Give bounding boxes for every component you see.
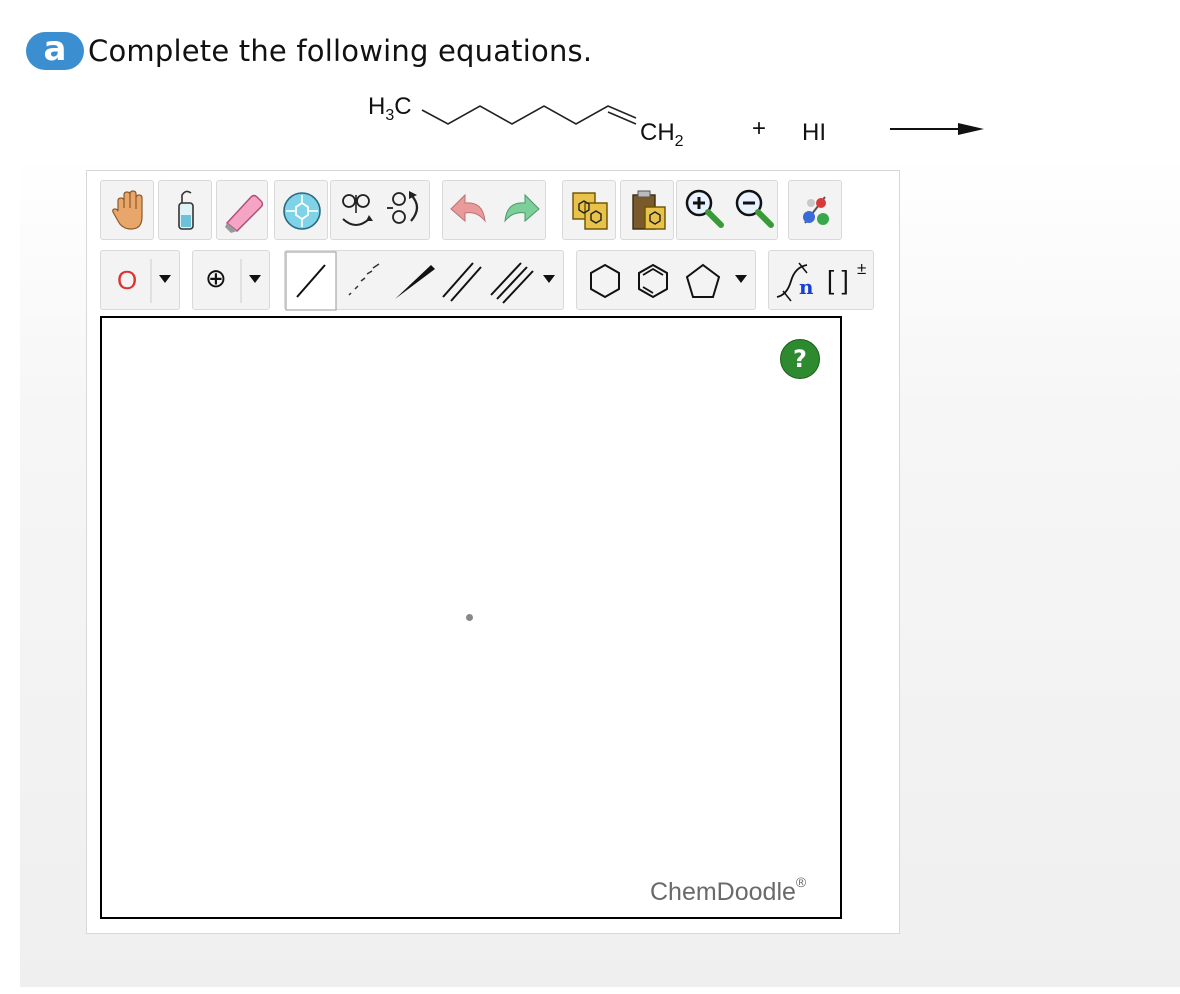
lasso-select-icon [178, 190, 194, 230]
help-button[interactable]: ? [780, 339, 820, 379]
redo-icon[interactable] [495, 181, 547, 241]
paste-button[interactable] [620, 180, 674, 240]
zoom-in-icon[interactable] [677, 181, 729, 241]
history-button-group [442, 180, 546, 240]
center-icon [283, 192, 321, 230]
cyclopentane-icon[interactable] [685, 263, 721, 298]
bracket-icon[interactable]: [ ] [827, 265, 849, 296]
chevron-down-icon[interactable] [543, 275, 555, 283]
undo-icon[interactable] [443, 181, 495, 241]
question-prompt: Complete the following equations. [88, 34, 593, 68]
flip-icon[interactable] [331, 181, 381, 241]
canvas-center-dot [466, 614, 473, 621]
bracket-charge-label: ± [857, 259, 867, 278]
help-icon: ? [793, 345, 807, 373]
registered-mark: ® [795, 874, 807, 890]
reagent-label: HI [802, 119, 826, 146]
hand-pan-icon [112, 190, 143, 230]
zoom-button-group [676, 180, 778, 240]
special-tool-group: n [ ] ± [768, 250, 874, 310]
clean-icon [803, 196, 829, 225]
center-button[interactable] [274, 180, 328, 240]
rotate-icon[interactable] [381, 181, 431, 241]
reaction-equation: H3C CH2 + HI [368, 93, 984, 150]
transform-button-group [330, 180, 430, 240]
bond-tools [285, 251, 555, 311]
reaction-arrowhead [958, 123, 984, 135]
repeat-unit-label: n [799, 275, 814, 299]
copy-icon [572, 192, 608, 230]
ring-tool-group [576, 250, 756, 310]
hashed-bond-icon[interactable] [348, 263, 380, 296]
alkyl-chain [421, 105, 637, 125]
bond-tool-group [284, 250, 564, 311]
reactant-start-label: H3C [368, 93, 412, 124]
charge-plus-icon: ⊕ [205, 264, 227, 294]
wedge-bond-icon[interactable] [395, 265, 435, 299]
atom-label-dropdown[interactable]: O [100, 250, 180, 310]
repeat-unit-icon[interactable] [769, 251, 823, 311]
charge-dropdown[interactable]: ⊕ [192, 250, 270, 310]
benzene-icon[interactable] [638, 263, 668, 299]
paste-icon [632, 190, 666, 230]
eraser-icon [225, 194, 264, 233]
plus-sign: + [752, 115, 766, 142]
chevron-down-icon[interactable] [735, 275, 747, 283]
atom-label-selector [150, 259, 171, 303]
question-letter-badge: a [26, 32, 84, 70]
chevron-down-icon [249, 275, 261, 283]
chemdoodle-watermark: ChemDoodle® [650, 874, 806, 907]
double-bond-line [607, 111, 637, 125]
pan-tool-button[interactable] [100, 180, 154, 240]
copy-button[interactable] [562, 180, 616, 240]
lasso-select-button[interactable] [158, 180, 212, 240]
triple-bond-icon[interactable] [490, 262, 534, 304]
reactant-end-label: CH2 [640, 119, 684, 150]
cyclohexane-icon[interactable] [590, 263, 620, 299]
double-bond-icon[interactable] [442, 262, 482, 302]
ring-tools [590, 263, 747, 299]
eraser-button[interactable] [216, 180, 268, 240]
atom-label: O [117, 265, 138, 295]
zoom-out-icon[interactable] [729, 181, 779, 241]
clean-button[interactable] [788, 180, 842, 240]
watermark-text: ChemDoodle [650, 878, 796, 906]
chevron-down-icon [159, 275, 171, 283]
